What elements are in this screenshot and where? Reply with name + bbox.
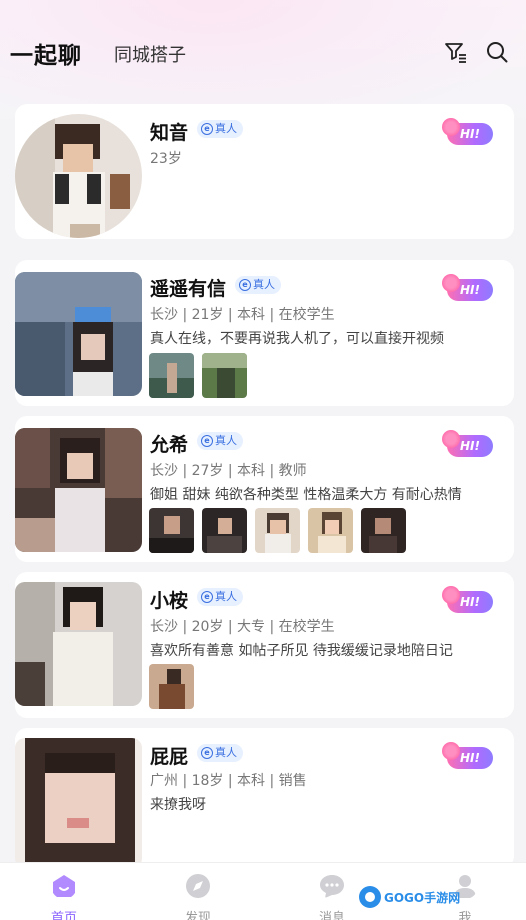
say-hi-button[interactable]: HI! <box>442 274 493 301</box>
tab-discover[interactable]: 发现 <box>168 873 228 920</box>
photo-thumbnail[interactable] <box>149 508 194 553</box>
photo-thumbnail[interactable] <box>361 508 406 553</box>
tab-label: 消息 <box>318 911 345 920</box>
photo-thumbnails <box>149 664 194 709</box>
verified-icon: e <box>201 591 213 603</box>
user-card[interactable]: 遥遥有信 e 真人 HI! 长沙 | 21岁 | 本科 | 在校学生 真人在线，不… <box>15 260 514 406</box>
tab-messages[interactable]: 消息 <box>302 873 362 920</box>
user-meta: 广州 | 18岁 | 本科 | 销售 <box>150 773 307 789</box>
photo-thumbnail[interactable] <box>255 508 300 553</box>
search-icon[interactable] <box>485 40 509 64</box>
photo-thumbnail[interactable] <box>308 508 353 553</box>
verified-badge: e 真人 <box>197 120 243 138</box>
user-meta: 长沙 | 21岁 | 本科 | 在校学生 <box>150 307 335 323</box>
user-card[interactable]: 知音 e 真人 HI! 23岁 <box>15 104 514 239</box>
say-hi-button[interactable]: HI! <box>442 118 493 145</box>
watermark-text: GOGO手游网 <box>384 890 461 905</box>
say-hi-button[interactable]: HI! <box>442 430 493 457</box>
discover-icon <box>186 874 210 898</box>
verified-icon: e <box>201 123 213 135</box>
user-photo <box>15 272 142 396</box>
user-card[interactable]: 小桉 e 真人 HI! 长沙 | 20岁 | 大专 | 在校学生 喜欢所有善意 如… <box>15 572 514 718</box>
user-bio: 御姐 甜妹 纯欲各种类型 性格温柔大方 有耐心热情 <box>150 487 462 503</box>
user-meta: 长沙 | 27岁 | 本科 | 教师 <box>150 463 307 479</box>
user-name: 遥遥有信 <box>150 278 227 300</box>
watermark-logo-icon <box>359 886 381 908</box>
user-name: 屁屁 <box>150 746 189 768</box>
user-card[interactable]: 允希 e 真人 HI! 长沙 | 27岁 | 本科 | 教师 御姐 甜妹 纯欲各种… <box>15 416 514 562</box>
verified-icon: e <box>201 747 213 759</box>
verified-icon: e <box>201 435 213 447</box>
tab-label: 发现 <box>184 911 211 920</box>
verified-icon: e <box>239 279 251 291</box>
user-name: 允希 <box>150 434 189 456</box>
user-name: 知音 <box>150 122 189 144</box>
say-hi-button[interactable]: HI! <box>442 742 493 769</box>
photo-thumbnail[interactable] <box>149 353 194 398</box>
user-bio: 来撩我呀 <box>150 797 206 813</box>
photo-thumbnails <box>149 353 247 398</box>
user-bio: 真人在线，不要再说我人机了，可以直接开视频 <box>150 331 444 347</box>
user-name: 小桉 <box>150 590 189 612</box>
tab-label: 首页 <box>50 911 77 920</box>
user-photo <box>15 582 142 706</box>
user-meta: 23岁 <box>150 151 182 167</box>
user-avatar <box>15 114 142 238</box>
tab-home[interactable]: 首页 <box>34 873 94 920</box>
verified-badge: e 真人 <box>235 276 281 294</box>
user-meta: 长沙 | 20岁 | 大专 | 在校学生 <box>150 619 335 635</box>
top-header: 一起聊 同城搭子 <box>0 28 526 78</box>
home-icon <box>53 875 75 897</box>
photo-thumbnail[interactable] <box>149 664 194 709</box>
photo-thumbnail[interactable] <box>202 353 247 398</box>
photo-thumbnails <box>149 508 406 553</box>
say-hi-button[interactable]: HI! <box>442 586 493 613</box>
tab-local-partner[interactable]: 同城搭子 <box>114 41 186 67</box>
verified-badge: e 真人 <box>197 744 243 762</box>
user-bio: 喜欢所有善意 如帖子所见 待我缓缓记录地陪日记 <box>150 643 453 659</box>
site-watermark: GOGO手游网 <box>358 884 468 910</box>
user-photo <box>15 428 142 552</box>
user-photo <box>15 738 142 868</box>
message-icon <box>320 875 344 898</box>
verified-badge: e 真人 <box>197 588 243 606</box>
verified-badge: e 真人 <box>197 432 243 450</box>
tab-chat[interactable]: 一起聊 <box>10 36 82 70</box>
filter-icon[interactable] <box>444 40 468 64</box>
user-card[interactable]: 屁屁 e 真人 HI! 广州 | 18岁 | 本科 | 销售 来撩我呀 <box>15 728 514 868</box>
photo-thumbnail[interactable] <box>202 508 247 553</box>
